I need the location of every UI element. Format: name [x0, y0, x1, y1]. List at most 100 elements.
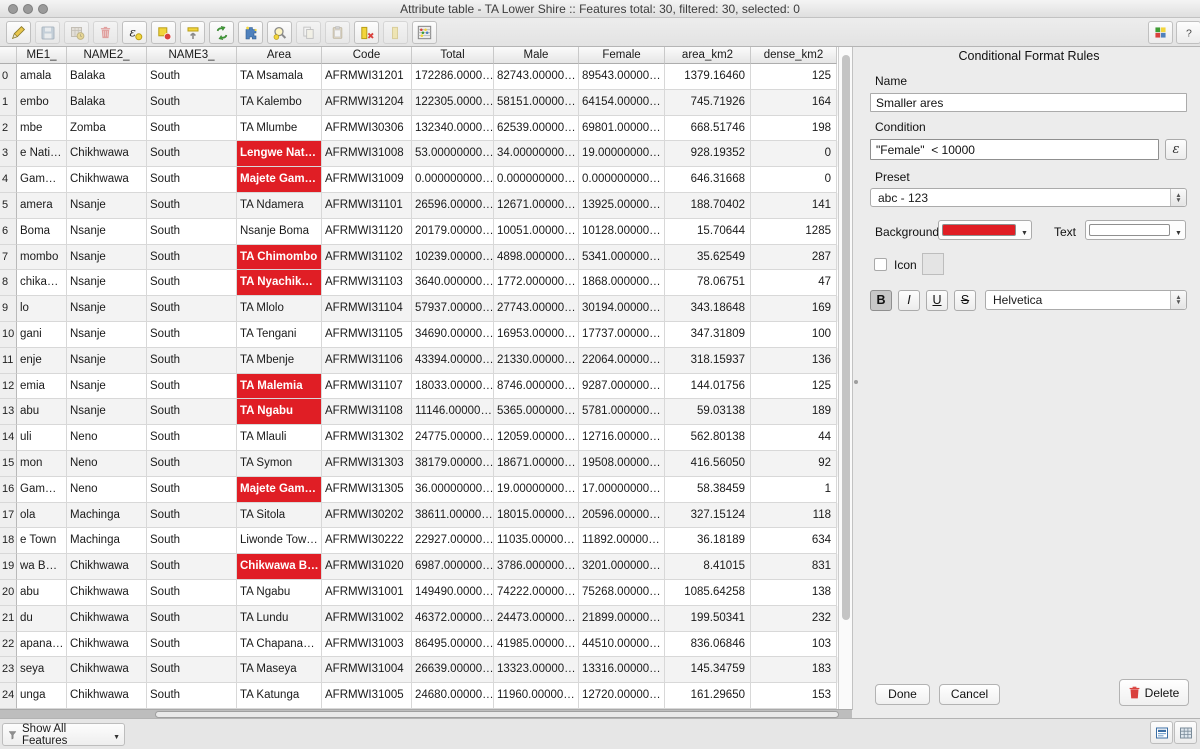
column-header-male[interactable]: Male — [494, 47, 579, 64]
cell-name2[interactable]: Balaka — [67, 90, 147, 116]
form-view-toggle-button[interactable] — [1150, 721, 1173, 744]
cell-name3[interactable]: South — [147, 657, 237, 683]
cell-total[interactable]: 3640.000000… — [412, 270, 494, 296]
cell-name1[interactable]: ola — [17, 503, 67, 529]
reload-table-button[interactable] — [64, 21, 89, 44]
cell-male[interactable]: 8746.000000… — [494, 374, 579, 400]
vertical-scrollbar-thumb[interactable] — [842, 55, 850, 620]
done-button[interactable]: Done — [875, 684, 930, 705]
cell-area[interactable]: Majete Gam… — [237, 477, 322, 503]
italic-button[interactable]: I — [898, 290, 920, 311]
cell-name2[interactable]: Machinga — [67, 528, 147, 554]
cell-area_km2[interactable]: 78.06751 — [665, 270, 751, 296]
cell-total[interactable]: 38179.00000… — [412, 451, 494, 477]
cell-name2[interactable]: Nsanje — [67, 296, 147, 322]
cell-code[interactable]: AFRMWI31020 — [322, 554, 412, 580]
cell-area_km2[interactable]: 145.34759 — [665, 657, 751, 683]
cancel-button[interactable]: Cancel — [939, 684, 1000, 705]
cell-name3[interactable]: South — [147, 425, 237, 451]
cell-name3[interactable]: South — [147, 554, 237, 580]
column-header-total[interactable]: Total — [412, 47, 494, 64]
cell-name2[interactable]: Chikhwawa — [67, 580, 147, 606]
row-number[interactable]: 15 — [0, 451, 17, 477]
row-number[interactable]: 19 — [0, 554, 17, 580]
underline-button[interactable]: U — [926, 290, 948, 311]
cell-name1[interactable]: abu — [17, 399, 67, 425]
icon-checkbox[interactable] — [874, 258, 887, 271]
cell-female[interactable]: 17.00000000… — [579, 477, 665, 503]
cell-total[interactable]: 6987.000000… — [412, 554, 494, 580]
show-all-features-button[interactable]: Show All Features ▼ — [2, 723, 125, 746]
row-number[interactable]: 2 — [0, 116, 17, 142]
column-header-name2-[interactable]: NAME2_ — [67, 47, 147, 64]
cell-male[interactable]: 3786.000000… — [494, 554, 579, 580]
cell-name1[interactable]: unga — [17, 683, 67, 709]
cell-female[interactable]: 12716.00000… — [579, 425, 665, 451]
cell-name1[interactable]: e Town — [17, 528, 67, 554]
cell-code[interactable]: AFRMWI30202 — [322, 503, 412, 529]
cell-area_km2[interactable]: 347.31809 — [665, 322, 751, 348]
cell-female[interactable]: 89543.00000… — [579, 64, 665, 90]
cell-name2[interactable]: Nsanje — [67, 193, 147, 219]
cell-male[interactable]: 58151.00000… — [494, 90, 579, 116]
cell-male[interactable]: 24473.00000… — [494, 606, 579, 632]
cell-male[interactable]: 10051.00000… — [494, 219, 579, 245]
cell-female[interactable]: 75268.00000… — [579, 580, 665, 606]
cell-female[interactable]: 12720.00000… — [579, 683, 665, 709]
cell-total[interactable]: 132340.0000… — [412, 116, 494, 142]
cell-code[interactable]: AFRMWI31002 — [322, 606, 412, 632]
cell-male[interactable]: 4898.000000… — [494, 245, 579, 271]
row-number[interactable]: 6 — [0, 219, 17, 245]
cell-area[interactable]: TA Chapana… — [237, 632, 322, 658]
cell-name2[interactable]: Nsanje — [67, 270, 147, 296]
cell-total[interactable]: 0.000000000… — [412, 167, 494, 193]
cell-name2[interactable]: Neno — [67, 477, 147, 503]
cell-female[interactable]: 5781.000000… — [579, 399, 665, 425]
cell-total[interactable]: 122305.0000… — [412, 90, 494, 116]
cell-female[interactable]: 19508.00000… — [579, 451, 665, 477]
cell-area[interactable]: TA Sitola — [237, 503, 322, 529]
cell-area_km2[interactable]: 15.70644 — [665, 219, 751, 245]
icon-preview-box[interactable] — [922, 253, 944, 275]
cell-male[interactable]: 11035.00000… — [494, 528, 579, 554]
color-dropdown-arrow-icon[interactable]: ▼ — [1018, 221, 1031, 239]
cell-area[interactable]: TA Tengani — [237, 322, 322, 348]
invert-selection-button[interactable] — [209, 21, 234, 44]
cell-code[interactable]: AFRMWI31107 — [322, 374, 412, 400]
cell-area[interactable]: TA Kalembo — [237, 90, 322, 116]
cell-name2[interactable]: Nsanje — [67, 399, 147, 425]
cell-total[interactable]: 18033.00000… — [412, 374, 494, 400]
cell-male[interactable]: 13323.00000… — [494, 657, 579, 683]
cell-female[interactable]: 13925.00000… — [579, 193, 665, 219]
cell-area[interactable]: TA Chimombo — [237, 245, 322, 271]
cell-dense_km2[interactable]: 1285 — [751, 219, 837, 245]
cell-total[interactable]: 24680.00000… — [412, 683, 494, 709]
cell-area[interactable]: TA Ngabu — [237, 399, 322, 425]
cell-male[interactable]: 12059.00000… — [494, 425, 579, 451]
cell-name3[interactable]: South — [147, 116, 237, 142]
condition-input[interactable] — [870, 139, 1159, 160]
cell-code[interactable]: AFRMWI31120 — [322, 219, 412, 245]
cell-name1[interactable]: chika… — [17, 270, 67, 296]
cell-female[interactable]: 64154.00000… — [579, 90, 665, 116]
cell-area_km2[interactable]: 161.29650 — [665, 683, 751, 709]
cell-area_km2[interactable]: 318.15937 — [665, 348, 751, 374]
cell-code[interactable]: AFRMWI31005 — [322, 683, 412, 709]
cell-name1[interactable]: Gam… — [17, 167, 67, 193]
cell-area_km2[interactable]: 59.03138 — [665, 399, 751, 425]
cell-female[interactable]: 9287.000000… — [579, 374, 665, 400]
preset-select[interactable]: abc - 123 ▲▼ — [870, 188, 1187, 207]
expression-builder-button[interactable]: ε — [1165, 139, 1187, 160]
cell-name1[interactable]: du — [17, 606, 67, 632]
cell-name2[interactable]: Neno — [67, 451, 147, 477]
cell-female[interactable]: 10128.00000… — [579, 219, 665, 245]
cell-name1[interactable]: lo — [17, 296, 67, 322]
cell-male[interactable]: 27743.00000… — [494, 296, 579, 322]
cell-name1[interactable]: Gam… — [17, 477, 67, 503]
cell-dense_km2[interactable]: 136 — [751, 348, 837, 374]
move-selection-to-top-button[interactable] — [180, 21, 205, 44]
row-number[interactable]: 21 — [0, 606, 17, 632]
cell-female[interactable]: 5341.000000… — [579, 245, 665, 271]
cell-name2[interactable]: Chikhwawa — [67, 606, 147, 632]
column-header-area[interactable]: Area — [237, 47, 322, 64]
